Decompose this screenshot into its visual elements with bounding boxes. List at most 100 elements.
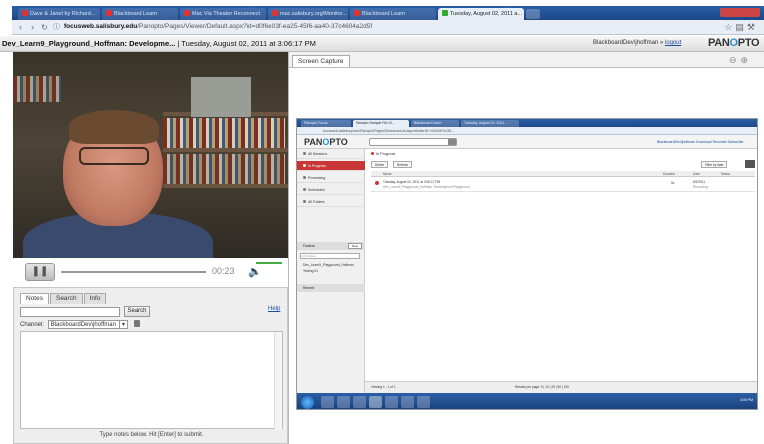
captured-header: PANOPTO BlackboardDev\jhoffman Download …: [297, 135, 757, 149]
window-controls[interactable]: [720, 8, 760, 17]
page-menu-icon[interactable]: ▤: [735, 22, 747, 32]
video-player[interactable]: [13, 52, 288, 258]
star-icon[interactable]: ☆: [724, 22, 735, 32]
new-tab-button[interactable]: [526, 9, 540, 19]
captured-delete-button: Delete: [371, 161, 389, 168]
zoom-out-icon[interactable]: ⊖: [729, 55, 741, 65]
favicon-icon: [184, 10, 190, 16]
captured-sidebar-item-selected: In Progress: [297, 161, 365, 171]
row-status: Recording: [693, 185, 708, 189]
captured-refresh-button: Refresh: [393, 161, 413, 168]
captured-screen: Panopto Focus Session Sample Flix Vi... …: [296, 118, 758, 410]
forward-icon[interactable]: ›: [28, 23, 37, 32]
help-link[interactable]: Help: [268, 306, 280, 312]
bookshelf: [163, 154, 285, 184]
calendar-icon: [303, 188, 306, 191]
captured-new-button: New: [348, 243, 362, 249]
chevron-down-icon: ▾: [118, 321, 125, 329]
zoom-in-icon[interactable]: ⊕: [741, 55, 753, 65]
captured-url: focusweb.salisbury.edu/Panopto/Pages/Ses…: [297, 127, 757, 135]
notes-hint: Type notes below. Hit [Enter] to submit.: [99, 432, 204, 438]
notes-scrollbar[interactable]: [274, 332, 282, 430]
captured-clock: 3:06 PM: [739, 398, 753, 402]
url-field[interactable]: focusweb.salisbury.edu/Panopto/Pages/Vie…: [64, 23, 372, 30]
favicon-icon: [22, 10, 28, 16]
favicon-icon: [354, 10, 360, 16]
row-subtitle: Dev_Learn9_Playground_Hoffman: Developme…: [383, 185, 470, 189]
column-header: Status: [721, 172, 731, 176]
browser-tab[interactable]: mac.salisbury.org/Monitor...: [268, 8, 348, 20]
captured-sidebar-item: Processing: [297, 173, 365, 183]
pause-icon: ❚❚: [31, 266, 49, 277]
lock-icon[interactable]: [133, 320, 140, 327]
back-icon[interactable]: ‹: [16, 23, 25, 32]
favicon-icon: [272, 10, 278, 16]
column-header: Duration: [663, 172, 676, 176]
seek-bar[interactable]: [61, 271, 206, 273]
volume-icon[interactable]: 🔈: [248, 265, 262, 278]
tab-notes[interactable]: Notes: [20, 293, 49, 304]
channel-label: Channel:: [20, 322, 45, 328]
panopto-logo: PANOPTO: [708, 37, 760, 49]
captured-footer: Viewing 1 - 1 of 1 Results per page: 5 |…: [365, 381, 757, 393]
chrome-icon: [369, 396, 382, 408]
pause-button[interactable]: ❚❚: [25, 263, 55, 281]
wall-board: [191, 77, 251, 117]
search-icon: [448, 139, 456, 145]
address-bar: ‹ › ↻ ⓘ focusweb.salisbury.edu/Panopto/P…: [12, 20, 764, 35]
row-date: 8/2/2011: [693, 180, 706, 184]
zoom-controls[interactable]: ⊖⊕: [729, 55, 752, 66]
captured-search: [369, 138, 457, 146]
search-button[interactable]: Search: [124, 306, 150, 317]
browser-tab[interactable]: Dave & Janet by Richard...: [18, 8, 100, 20]
logout-link[interactable]: logout: [665, 40, 681, 46]
speaker-glasses: [79, 147, 149, 165]
folder-icon: [303, 152, 306, 155]
record-icon: [303, 164, 306, 167]
browser-tab-active[interactable]: Tuesday, August 02, 2011 a...: [438, 8, 524, 20]
viewer-header: Dev_Learn9_Playground_Hoffman: Developme…: [0, 36, 764, 52]
processing-icon: [303, 176, 306, 179]
captured-sidebar-item: All Folders: [297, 197, 365, 207]
captured-sidebar: All Sessions In Progress Processing Sche…: [297, 149, 365, 393]
column-header: Date: [693, 172, 700, 176]
browser-tab[interactable]: Blackboard Learn: [102, 8, 178, 20]
notes-panel: Notes Search Info Search Help Channel: Bla…: [13, 287, 288, 444]
app-icon: [401, 396, 414, 408]
ie-icon: [321, 396, 334, 408]
folder-icon: [303, 200, 306, 203]
channel-row: Channel: BlackboardDev\jhoffman ▾: [20, 320, 140, 329]
user-info: BlackboardDev\jhoffman » logout: [593, 40, 682, 46]
wrench-icon[interactable]: ⚒: [747, 22, 758, 32]
tab-info[interactable]: Info: [83, 293, 107, 304]
media-icon: [353, 396, 366, 408]
favicon-icon: [106, 10, 112, 16]
captured-logo: PANOPTO: [304, 137, 348, 147]
notes-search-input[interactable]: [20, 307, 120, 317]
browser-tabbar: Dave & Janet by Richard... Blackboard Le…: [12, 6, 764, 20]
channel-select[interactable]: BlackboardDev\jhoffman ▾: [47, 320, 128, 329]
playback-time: 00:23: [212, 266, 235, 276]
captured-tab: Tuesday, August 02, 2011 ...: [461, 120, 519, 127]
captured-user: BlackboardDev\jhoffman Download Recorder…: [657, 140, 744, 144]
reload-icon[interactable]: ↻: [40, 23, 49, 32]
browser-tab[interactable]: Blackboard Learn: [350, 8, 436, 20]
captured-filter: Filter by date: [701, 161, 728, 168]
column-header: Name: [383, 172, 392, 176]
grid-view-icon: [745, 160, 755, 168]
captured-table-header: Name Duration Date Status: [371, 171, 755, 177]
page-title: Dev_Learn9_Playground_Hoffman: Developme…: [2, 39, 316, 48]
page-info-icon[interactable]: ⓘ: [52, 23, 61, 32]
captured-recent-header: Recent: [297, 284, 365, 292]
captured-tabbar: Panopto Focus Session Sample Flix Vi... …: [297, 119, 757, 127]
captured-tab: Blackboard Learn: [411, 120, 459, 127]
speaker-hair: [69, 110, 159, 144]
tab-search[interactable]: Search: [49, 293, 83, 304]
captured-folder: Testing 01: [303, 269, 319, 273]
browser-toolbar-icons[interactable]: ☆▤⚒: [724, 22, 758, 33]
tab-screen-capture[interactable]: Screen Capture: [292, 55, 350, 67]
volume-slider[interactable]: [256, 262, 282, 264]
shelf: [163, 148, 288, 152]
browser-tab[interactable]: Mac Via Theater Reconnect: [180, 8, 266, 20]
notes-list[interactable]: [20, 331, 283, 430]
